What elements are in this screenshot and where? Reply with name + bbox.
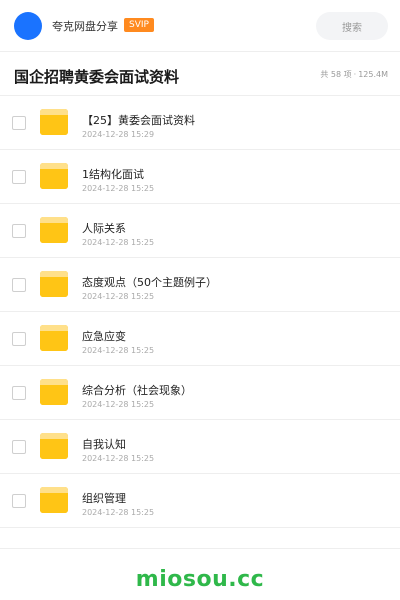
folder-icon [40,487,68,513]
list-item[interactable]: 综合分析（社会现象） 2024-12-28 15:25 [0,366,400,420]
folder-icon [40,379,68,405]
item-name: 组织管理 [82,492,126,505]
item-date: 2024-12-28 15:29 [82,130,155,139]
item-checkbox[interactable] [12,224,26,238]
item-date: 2024-12-28 15:25 [82,292,155,301]
list-item[interactable]: 1结构化面试 2024-12-28 15:25 [0,150,400,204]
item-checkbox[interactable] [12,278,26,292]
list-item[interactable]: 【25】黄委会面试资料 2024-12-28 15:29 [0,96,400,150]
list-item[interactable]: 组织管理 2024-12-28 15:25 [0,474,400,528]
file-summary: 共 58 项 · 125.4M [320,69,388,80]
folder-icon [40,271,68,297]
item-count: 共 58 项 [320,70,352,79]
item-name: 【25】黄委会面试资料 [82,114,195,127]
list-item[interactable]: 态度观点（50个主题例子） 2024-12-28 15:25 [0,258,400,312]
meta-separator: · [353,70,357,79]
item-date: 2024-12-28 15:25 [82,508,155,517]
folder-icon [40,217,68,243]
item-name: 态度观点（50个主题例子） [82,276,217,289]
brand-name: 夸克网盘分享 [52,20,118,33]
folder-icon [40,433,68,459]
watermark: miosou.cc [135,567,265,592]
item-checkbox[interactable] [12,116,26,130]
item-date: 2024-12-28 15:25 [82,238,155,247]
total-size: 125.4M [358,70,388,79]
item-date: 2024-12-28 15:25 [82,454,155,463]
folder-icon [40,163,68,189]
item-name: 人际关系 [82,222,126,235]
search-button[interactable]: 搜索 [316,12,388,40]
svip-badge: SVIP [124,18,154,32]
item-name: 自我认知 [82,438,126,451]
list-item[interactable]: 人际关系 2024-12-28 15:25 [0,204,400,258]
item-checkbox[interactable] [12,386,26,400]
avatar[interactable] [14,12,42,40]
list-item[interactable]: 自我认知 2024-12-28 15:25 [0,420,400,474]
item-checkbox[interactable] [12,440,26,454]
item-checkbox[interactable] [12,332,26,346]
item-checkbox[interactable] [12,170,26,184]
item-date: 2024-12-28 15:25 [82,346,155,355]
list-item[interactable]: 应急应变 2024-12-28 15:25 [0,312,400,366]
item-name: 应急应变 [82,330,126,343]
item-date: 2024-12-28 15:25 [82,184,155,193]
page-title: 国企招聘黄委会面试资料 [14,68,180,86]
item-checkbox[interactable] [12,494,26,508]
title-bar: 国企招聘黄委会面试资料 共 58 项 · 125.4M [0,52,400,96]
item-name: 1结构化面试 [82,168,144,181]
item-date: 2024-12-28 15:25 [82,400,155,409]
folder-icon [40,325,68,351]
file-list: 【25】黄委会面试资料 2024-12-28 15:29 1结构化面试 2024… [0,96,400,528]
header: 夸克网盘分享 SVIP 搜索 [0,0,400,52]
folder-icon [40,109,68,135]
item-name: 综合分析（社会现象） [82,384,192,397]
footer: miosou.cc [0,548,400,600]
